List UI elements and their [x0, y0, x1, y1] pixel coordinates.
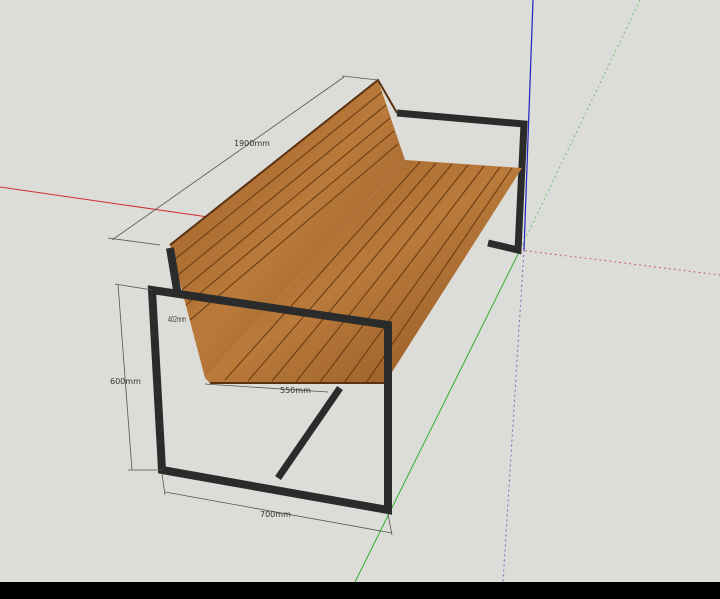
dim-depth-label: 700mm	[260, 510, 291, 519]
dim-backrest-label: 402mm	[168, 315, 186, 324]
green-axis-dotted	[519, 0, 641, 251]
dim-length-label: 1900mm	[234, 139, 270, 148]
bench-model-scene: 1900mm 402mm 600mm 550mm 700mm	[0, 0, 720, 582]
blue-axis-dotted	[502, 249, 525, 582]
red-axis-dotted	[519, 249, 720, 276]
dim-height-label: 600mm	[110, 377, 141, 386]
3d-viewport[interactable]: 1900mm 402mm 600mm 550mm 700mm	[0, 0, 720, 582]
red-axis	[0, 186, 216, 219]
dim-seat-depth-label: 550mm	[280, 386, 311, 395]
lower-stretcher	[275, 386, 343, 480]
bottom-bar	[0, 582, 720, 599]
